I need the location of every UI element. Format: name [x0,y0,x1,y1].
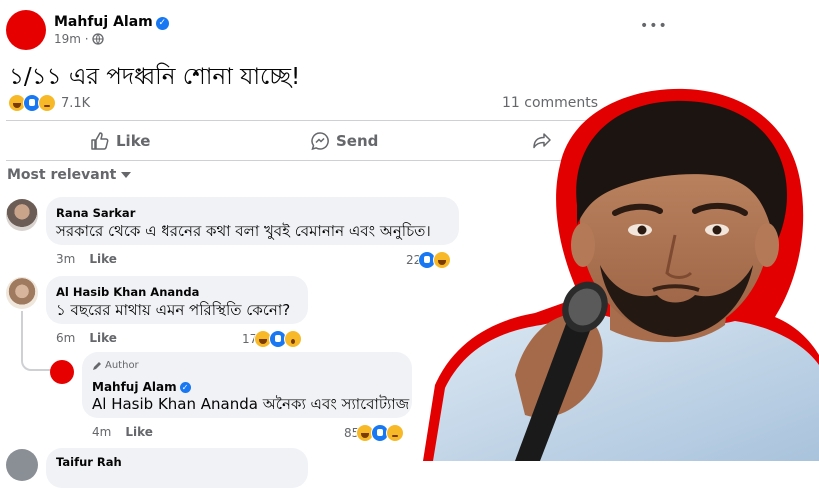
wow-reaction-icon [284,330,303,348]
author-line: Mahfuj Alam ✓ [54,11,169,30]
commenter-avatar[interactable] [6,449,38,481]
reply-author-avatar[interactable] [50,360,74,384]
comment-like-button[interactable]: Like [89,252,117,266]
comment-meta: 6m Like [56,331,117,345]
reaction-summary[interactable]: 7.1K [6,94,90,112]
thumbs-up-icon [91,132,109,150]
comment-meta: 3m Like [56,252,117,266]
reply-bubble: Author Mahfuj Alam ✓ Al Hasib Khan Ananda… [82,352,412,418]
commenter-avatar[interactable] [6,199,38,231]
reply-time[interactable]: 4m [92,425,111,439]
reaction-count: 7.1K [61,95,91,111]
messenger-icon [311,132,329,151]
pupil [637,225,647,235]
send-button[interactable]: Send [310,131,378,151]
sort-dropdown[interactable]: Most relevant [7,167,132,183]
post-time[interactable]: 19m · [54,32,89,46]
verified-badge-icon: ✓ [179,382,191,393]
author-badge: Author [92,360,139,371]
sort-label: Most relevant [7,167,117,183]
ear [571,223,595,267]
caret-down-icon [121,172,132,178]
comment-bubble: Taifur Rah [46,448,308,488]
reply-like-button[interactable]: Like [125,425,153,439]
like-label: Like [116,132,151,150]
person-photo-overlay [423,88,819,461]
comment-text: ১ বছরের মাথায় এমন পরিস্থিতি কেনো? [56,301,291,319]
reply-author-name[interactable]: Mahfuj Alam [92,380,177,394]
reply-body: অনৈক্য এবং স্যাবোট্যাজ [257,395,410,413]
comment-bubble: Al Hasib Khan Ananda ১ বছরের মাথায় এমন … [46,276,308,324]
comment-reactions[interactable]: 17 [242,330,303,348]
author-name[interactable]: Mahfuj Alam [54,14,153,30]
reply-meta: 4m Like [92,425,153,439]
reply-text: Al Hasib Khan Ananda অনৈক্য এবং স্যাবোট্… [92,393,409,418]
verified-badge-icon: ✓ [155,17,169,30]
comment-time[interactable]: 3m [56,252,75,266]
more-options-icon[interactable]: ••• [640,18,668,34]
pen-icon [93,361,101,370]
post-meta: 19m · [54,32,104,46]
sad-reaction-icon [38,94,56,112]
send-label: Send [336,132,379,150]
mention-link[interactable]: Al Hasib Khan Ananda [92,395,258,413]
author-badge-label: Author [105,360,139,371]
commenter-name[interactable]: Taifur Rah [56,455,122,469]
comment-like-button[interactable]: Like [89,331,117,345]
ear [755,223,779,267]
commenter-avatar[interactable] [6,277,38,309]
reply-thread-line [21,311,51,371]
globe-icon [91,33,104,45]
author-avatar[interactable] [6,10,46,50]
commenter-name[interactable]: Rana Sarkar [56,206,135,220]
pupil [712,225,722,235]
post-text: ১/১১ এর পদধ্বনি শোনা যাচ্ছে! [9,64,301,90]
commenter-name[interactable]: Al Hasib Khan Ananda [56,285,199,299]
like-button[interactable]: Like [90,131,150,151]
comment-text: সরকারে থেকে এ ধরনের কথা বলা খুবই বেমানান… [56,222,431,240]
comment-time[interactable]: 6m [56,331,75,345]
